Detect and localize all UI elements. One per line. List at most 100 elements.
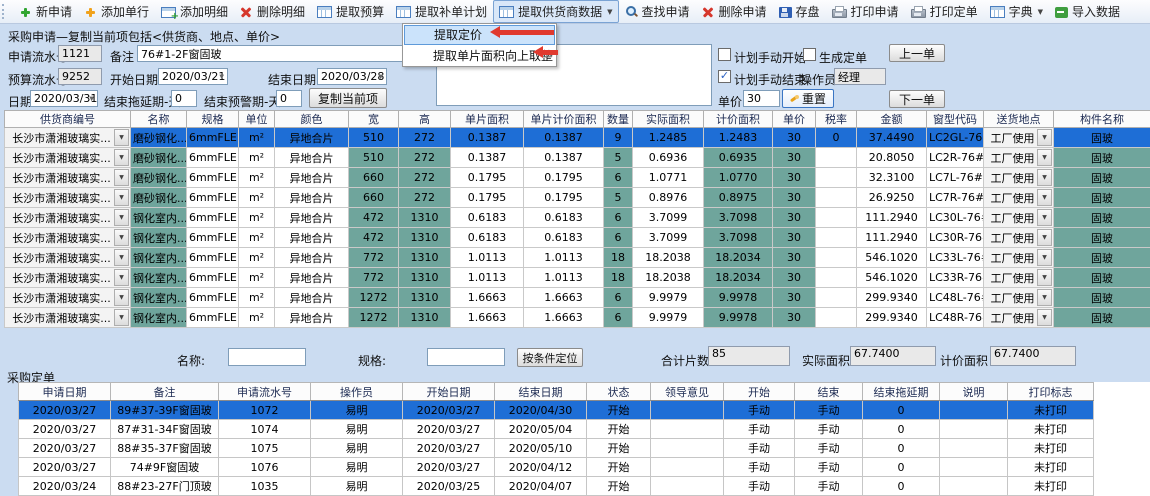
table-row[interactable]: 长沙市潇湘玻璃实...▼磨砂钢化...6mmFLE...m²异地合片510272… <box>5 128 1150 148</box>
grid-cell[interactable]: 6mmFLE... <box>187 128 239 148</box>
grid-cell[interactable]: 1.6663 <box>451 308 524 328</box>
extract-budget-button[interactable]: 提取预算 <box>311 0 390 23</box>
grid-cell[interactable]: 异地合片 <box>275 288 349 308</box>
filter-name-input[interactable] <box>228 348 306 366</box>
grid-cell[interactable]: 1.2485 <box>633 128 704 148</box>
grid-cell[interactable]: 272 <box>399 168 451 188</box>
column-header[interactable]: 高 <box>399 111 451 128</box>
delivery-location-combo[interactable]: 工厂使用▼ <box>984 288 1054 308</box>
grid-cell[interactable]: 30 <box>773 248 816 268</box>
table-row[interactable]: 2020/03/2787#31-34F窗固玻1074易明2020/03/2720… <box>19 420 1094 439</box>
grid-cell[interactable]: 钢化室内... <box>131 308 187 328</box>
print-order-button[interactable]: 打印定单 <box>905 0 984 23</box>
grid-cell[interactable]: 0.8976 <box>633 188 704 208</box>
grid-cell[interactable]: 5 <box>604 148 633 168</box>
grid-cell[interactable]: LC7L-76#-1FO <box>927 168 984 188</box>
grid-cell[interactable]: 固玻 <box>1054 268 1150 288</box>
grid-cell[interactable]: 钢化室内... <box>131 268 187 288</box>
grid-cell[interactable]: 0.1387 <box>451 128 524 148</box>
grid-cell[interactable]: 1.6663 <box>524 308 604 328</box>
grid-cell[interactable] <box>651 439 724 458</box>
grid-cell[interactable]: LC2R-76#-1F <box>927 148 984 168</box>
chevron-down-icon[interactable]: ▼ <box>1037 309 1052 326</box>
column-header[interactable]: 结束日期 <box>495 383 587 401</box>
grid-cell[interactable]: 6 <box>604 168 633 188</box>
table-row[interactable]: 长沙市潇湘玻璃实...▼钢化室内...6mmFLE...m²异地合片127213… <box>5 308 1150 328</box>
grid-cell[interactable]: 18.2034 <box>704 248 773 268</box>
grid-cell[interactable]: 2020/03/27 <box>19 401 111 420</box>
column-header[interactable]: 宽 <box>349 111 399 128</box>
table-row[interactable]: 长沙市潇湘玻璃实...▼磨砂钢化...6mmFLE...m²异地合片660272… <box>5 168 1150 188</box>
grid-cell[interactable]: 6mmFLE... <box>187 168 239 188</box>
grid-cell[interactable]: 固玻 <box>1054 148 1150 168</box>
grid-cell[interactable]: 异地合片 <box>275 308 349 328</box>
grid-cell[interactable]: 异地合片 <box>275 148 349 168</box>
grid-cell[interactable]: 磨砂钢化... <box>131 128 187 148</box>
grid-cell[interactable]: LC2GL-76#.. <box>927 128 984 148</box>
delivery-location-combo[interactable]: 工厂使用▼ <box>984 208 1054 228</box>
remark-field[interactable]: 76#1-2F窗固玻 <box>137 45 425 62</box>
grid-cell[interactable]: 2020/03/27 <box>403 420 495 439</box>
grid-cell[interactable] <box>816 228 857 248</box>
supplier-combo[interactable]: 长沙市潇湘玻璃实...▼ <box>5 128 131 148</box>
chevron-down-icon[interactable]: ▼ <box>1037 209 1052 226</box>
grid-cell[interactable]: 手动 <box>724 439 795 458</box>
chevron-down-icon[interactable]: ▼ <box>114 249 129 266</box>
supplier-combo[interactable]: 长沙市潇湘玻璃实...▼ <box>5 168 131 188</box>
supplier-combo[interactable]: 长沙市潇湘玻璃实...▼ <box>5 148 131 168</box>
grid-cell[interactable]: 30 <box>773 308 816 328</box>
grid-cell[interactable] <box>816 208 857 228</box>
grid-cell[interactable]: 510 <box>349 128 399 148</box>
grid-cell[interactable]: 272 <box>399 128 451 148</box>
grid-cell[interactable] <box>651 401 724 420</box>
grid-cell[interactable]: 易明 <box>311 420 403 439</box>
start-date-picker[interactable]: 2020/03/21 <box>158 68 228 85</box>
prev-order-button[interactable]: 上一单 <box>889 44 945 62</box>
new-request-button[interactable]: 新申请 <box>13 0 78 23</box>
grid-cell[interactable]: 手动 <box>795 439 863 458</box>
column-header[interactable]: 单价 <box>773 111 816 128</box>
column-header[interactable]: 税率 <box>816 111 857 128</box>
grid-cell[interactable]: 6mmFLE... <box>187 288 239 308</box>
grid-cell[interactable]: 1.6663 <box>524 288 604 308</box>
grid-cell[interactable]: 30 <box>773 288 816 308</box>
grid-cell[interactable] <box>940 458 1008 477</box>
grid-cell[interactable]: 手动 <box>795 458 863 477</box>
grid-cell[interactable]: 74#9F窗固玻 <box>111 458 219 477</box>
grid-cell[interactable]: 272 <box>399 188 451 208</box>
grid-cell[interactable]: 异地合片 <box>275 128 349 148</box>
grid-cell[interactable]: m² <box>239 228 275 248</box>
end-date-picker[interactable]: 2020/03/28 <box>317 68 387 85</box>
grid-cell[interactable]: 30 <box>773 148 816 168</box>
grid-cell[interactable]: m² <box>239 208 275 228</box>
extract-supplement-plan-button[interactable]: 提取补单计划 <box>390 0 493 23</box>
grid-cell[interactable]: 未打印 <box>1008 458 1094 477</box>
column-header[interactable]: 实际面积 <box>633 111 704 128</box>
grid-cell[interactable]: 6mmFLE... <box>187 148 239 168</box>
table-row[interactable]: 2020/03/2488#23-27F门顶玻1035易明2020/03/2520… <box>19 477 1094 496</box>
grid-cell[interactable] <box>816 288 857 308</box>
chevron-down-icon[interactable]: ▼ <box>114 169 129 186</box>
grid-cell[interactable]: 1.0113 <box>524 248 604 268</box>
grid-cell[interactable]: 1.0113 <box>451 268 524 288</box>
column-header[interactable]: 开始 <box>724 383 795 401</box>
grid-cell[interactable]: 3.7098 <box>704 228 773 248</box>
grid-cell[interactable]: 易明 <box>311 477 403 496</box>
grid-cell[interactable]: m² <box>239 308 275 328</box>
grid-cell[interactable]: 18 <box>604 248 633 268</box>
grid-cell[interactable] <box>816 268 857 288</box>
grid-cell[interactable]: LC33R-76#.. <box>927 268 984 288</box>
supplier-combo[interactable]: 长沙市潇湘玻璃实...▼ <box>5 228 131 248</box>
grid-cell[interactable]: 546.1020 <box>857 248 927 268</box>
grid-cell[interactable]: 1310 <box>399 308 451 328</box>
grid-cell[interactable]: 3.7099 <box>633 208 704 228</box>
toolbar-grip[interactable] <box>2 4 9 19</box>
grid-cell[interactable]: 异地合片 <box>275 268 349 288</box>
grid-cell[interactable]: 772 <box>349 268 399 288</box>
grid-cell[interactable]: 1076 <box>219 458 311 477</box>
delete-request-button[interactable]: 删除申请 <box>696 0 773 23</box>
column-header[interactable]: 申请流水号 <box>219 383 311 401</box>
delivery-location-combo[interactable]: 工厂使用▼ <box>984 148 1054 168</box>
chevron-down-icon[interactable]: ▼ <box>1037 169 1052 186</box>
grid-cell[interactable]: 6mmFLE... <box>187 268 239 288</box>
